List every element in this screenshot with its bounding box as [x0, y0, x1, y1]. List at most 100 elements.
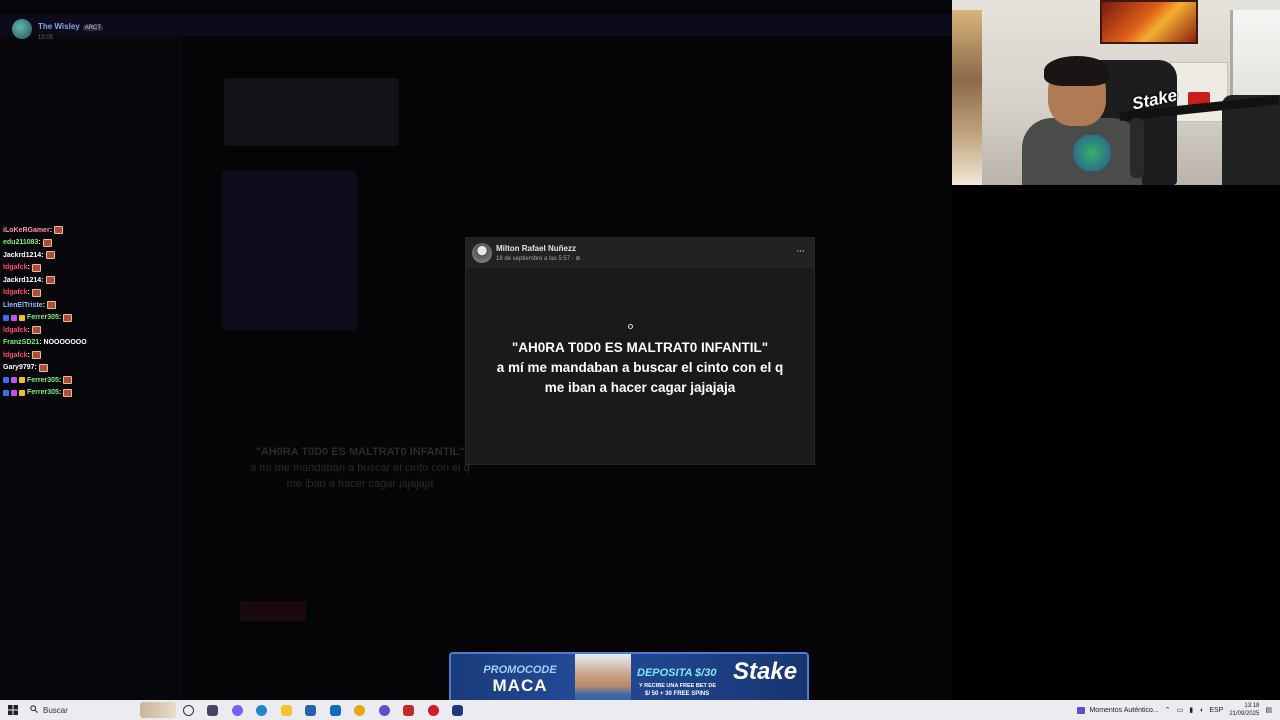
chat-message: Jackrd1214 :: [3, 274, 123, 287]
banner-promocode: PROMOCODE MACA: [465, 664, 575, 696]
chat-emote-icon: [54, 226, 64, 235]
chat-username[interactable]: edu211083: [3, 239, 38, 246]
chrome-icon: [354, 704, 366, 716]
banner-promo-label: PROMOCODE: [483, 664, 557, 676]
chat-separator: :: [41, 251, 44, 259]
chat-username[interactable]: FranzSD21: [3, 339, 39, 346]
chat-username[interactable]: ldgafck: [3, 327, 28, 334]
chat-separator: :: [49, 226, 53, 234]
chevron-up-icon[interactable]: ⌃: [1165, 706, 1171, 714]
chat-emote-icon: [42, 238, 52, 247]
chat-separator: :: [58, 314, 62, 322]
streamer-badge: ARCT: [82, 25, 104, 31]
chat-username[interactable]: Ferrer305: [27, 314, 59, 321]
webcam-person-hair: [1044, 56, 1110, 86]
chat-username[interactable]: Jackrd1214: [3, 252, 41, 259]
tray-media-app[interactable]: Momentos Auténtico...: [1077, 706, 1159, 714]
chat-username[interactable]: Ferrer305: [27, 377, 59, 384]
taskbar-app-store[interactable]: [299, 700, 324, 720]
chat-separator: :: [34, 364, 37, 372]
taskbar-app-task-view[interactable]: [201, 700, 226, 720]
streamer-avatar: [12, 18, 32, 39]
more-options-icon[interactable]: ···: [796, 245, 805, 257]
taskbar-app-stake-app[interactable]: [446, 700, 471, 720]
chat-username[interactable]: iLoKeRGamer: [3, 227, 50, 234]
chat-message: Jackrd1214 :: [3, 249, 123, 262]
chat-text: NOOOOOOO: [43, 339, 87, 347]
chat-separator: :: [39, 339, 42, 347]
chat-username[interactable]: ldgafck: [3, 289, 28, 296]
streamer-header: The Wisley ARCT 15:05: [12, 16, 104, 41]
media-app-icon: [1077, 706, 1086, 714]
outlook-icon: [329, 704, 341, 716]
obs-icon: [378, 704, 390, 716]
chat-emote-icon: [47, 301, 57, 310]
cortana-icon: [182, 704, 194, 716]
chat-separator: :: [27, 264, 30, 272]
dimmed-header-bar: [0, 14, 952, 36]
chat-username[interactable]: Jackrd1214: [3, 277, 41, 284]
chat-separator: :: [42, 301, 46, 309]
search-icon: [30, 705, 38, 715]
taskbar-app-explorer[interactable]: [274, 700, 299, 720]
opera-icon: [427, 704, 439, 716]
chat-message: edu211083 :: [3, 237, 123, 250]
chat-emote-icon: [31, 263, 41, 272]
webcam-feed: Stake: [952, 0, 1280, 185]
network-icon[interactable]: ▭: [1177, 706, 1184, 714]
post-line2: a mí me mandaban a buscar el cinto con e…: [496, 360, 784, 375]
tray-clock[interactable]: 13:18 21/09/2025: [1229, 702, 1259, 718]
taskbar-app-app-red[interactable]: [397, 700, 422, 720]
post-date[interactable]: 18 de septiembre a las 5:57 · ⊕: [496, 255, 580, 262]
copilot-icon: [231, 704, 243, 716]
post-line3: me iban a hacer cagar jajajaja: [544, 380, 736, 395]
taskbar-apps: [176, 700, 470, 720]
task-view-icon: [207, 704, 219, 716]
search-label: Buscar: [43, 705, 68, 715]
chat-message: FranzSD21 : NOOOOOOO: [3, 337, 123, 350]
chat-message: ldgafck :: [3, 262, 123, 275]
taskbar-app-outlook[interactable]: [323, 700, 348, 720]
microphone-icon[interactable]: ▮: [1189, 706, 1193, 714]
chat-badge-icon: [3, 314, 9, 321]
taskbar-app-chrome[interactable]: [348, 700, 373, 720]
chat-badge-icon: [3, 377, 9, 384]
chat-emote-icon: [45, 276, 55, 285]
webcam-shirt-print: [1072, 135, 1112, 171]
windows-start-icon[interactable]: [0, 700, 26, 720]
chat-emote-icon: [45, 251, 55, 260]
post-author-avatar[interactable]: [472, 243, 492, 263]
post-header: Milton Rafael Nuñezz 18 de septiembre a …: [466, 238, 814, 268]
taskbar-app-obs[interactable]: [372, 700, 397, 720]
chat-message: ldgafck :: [3, 287, 123, 300]
chat-message: ldgafck :: [3, 324, 123, 337]
post-author-name[interactable]: Milton Rafael Nuñezz: [496, 244, 576, 253]
webcam-left-decor: [952, 10, 982, 185]
taskbar-search[interactable]: Buscar: [26, 700, 176, 720]
volume-icon[interactable]: ◖: [1199, 707, 1203, 714]
chat-username[interactable]: ldgafck: [3, 264, 28, 271]
streamer-name: The Wisley: [38, 22, 80, 31]
chat-badge-icon: [19, 377, 25, 384]
globe-icon: ⊕: [575, 256, 581, 262]
chat-username[interactable]: LlenElTriste: [3, 302, 43, 309]
taskbar-app-copilot[interactable]: [225, 700, 250, 720]
search-highlight-thumbnail: [140, 702, 176, 718]
taskbar-app-edge[interactable]: [250, 700, 275, 720]
chat-message: Gary9797 :: [3, 362, 123, 375]
tray-time: 13:18: [1244, 703, 1260, 709]
taskbar-app-opera[interactable]: [421, 700, 446, 720]
chat-message: Ferrer305 :: [3, 312, 123, 325]
chat-username[interactable]: Gary9797: [3, 364, 35, 371]
chat-username[interactable]: Ferrer305: [27, 389, 59, 396]
tray-date: 21/09/2025: [1229, 711, 1260, 717]
taskbar-app-cortana[interactable]: [176, 700, 201, 720]
system-tray: Momentos Auténtico... ⌃ ▭ ▮ ◖ ESP 13:18 …: [1077, 700, 1280, 720]
chat-username[interactable]: ldgafck: [3, 352, 28, 359]
dimmed-badge: [240, 601, 306, 621]
chat-emote-icon: [31, 288, 41, 297]
language-indicator[interactable]: ESP: [1209, 707, 1223, 714]
chat-separator: :: [58, 376, 62, 384]
chat-badge-icon: [11, 377, 17, 384]
notification-icon[interactable]: ▤: [1265, 706, 1272, 714]
